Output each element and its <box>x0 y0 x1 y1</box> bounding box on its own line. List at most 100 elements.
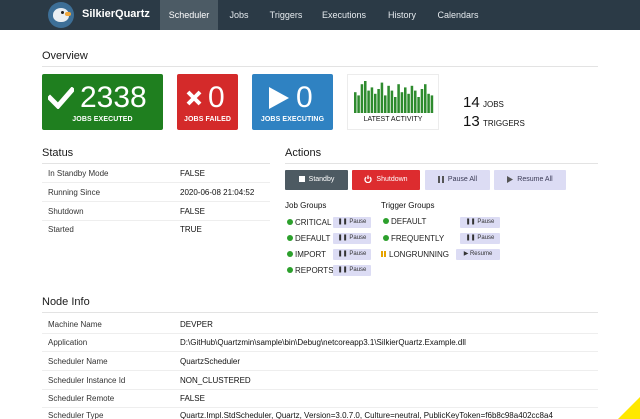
node-info-label: Application <box>48 338 88 347</box>
standby-button[interactable]: Standby <box>285 170 348 190</box>
row-divider <box>42 351 598 352</box>
bird-logo-icon[interactable] <box>48 2 74 28</box>
shutdown-button[interactable]: Shutdown <box>352 170 420 190</box>
jobs-executing-value: 0 <box>296 81 313 114</box>
jobs-failed-tile[interactable]: 0 JOBS FAILED <box>177 74 238 130</box>
activity-bar <box>380 82 384 113</box>
activity-bar <box>354 92 357 113</box>
activity-bar <box>390 90 394 113</box>
node-info-value: DEVPER <box>180 320 213 329</box>
running-status-icon <box>287 219 293 225</box>
activity-bar <box>360 84 364 113</box>
jobs-failed-value: 0 <box>208 81 225 114</box>
pause-all-button[interactable]: Pause All <box>425 170 490 190</box>
pause-all-label: Pause All <box>447 176 478 183</box>
job-group-name: IMPORT <box>295 250 326 259</box>
latest-activity-tile[interactable]: LATEST ACTIVITY <box>347 74 439 130</box>
activity-bar <box>424 84 427 113</box>
pause-label: Pause <box>477 219 495 225</box>
resume-all-button[interactable]: Resume All <box>494 170 566 190</box>
standby-label: Standby <box>308 176 335 183</box>
trigger-group-name: LONGRUNNING <box>389 250 450 259</box>
node-info-label: Scheduler Remote <box>48 394 115 403</box>
pause-icon <box>437 175 444 183</box>
status-label: Started <box>48 225 74 234</box>
activity-bar <box>394 97 397 113</box>
job-group-name: CRITICAL <box>295 218 332 227</box>
trigger-group-pause-button[interactable]: ❚❚ Pause <box>460 217 500 228</box>
checkmark-icon <box>48 87 74 109</box>
jobs-executed-tile[interactable]: 2338 JOBS EXECUTED <box>42 74 163 130</box>
activity-bar <box>427 93 430 113</box>
nav-calendars[interactable]: Calendars <box>432 0 484 30</box>
trigger-group-pause-button[interactable]: ❚❚ Pause <box>460 233 500 244</box>
pause-label: Pause <box>349 251 367 257</box>
jobs-executed-value: 2338 <box>80 81 147 114</box>
play-icon <box>507 175 514 183</box>
pause-label: Pause <box>477 235 495 241</box>
resume-label: Resume <box>469 251 493 257</box>
triggers-count-label: TRIGGERS <box>483 119 525 128</box>
activity-bar <box>384 95 387 113</box>
node-info-label: Scheduler Name <box>48 357 108 366</box>
status-value: 2020-06-08 21:04:52 <box>180 188 255 197</box>
node-info-divider <box>42 312 598 313</box>
trigger-group-item: LONGRUNNING <box>381 250 449 259</box>
running-status-icon <box>287 251 293 257</box>
play-icon <box>269 87 289 109</box>
jobs-failed-label: JOBS FAILED <box>184 116 231 123</box>
node-info-value: QuartzScheduler <box>180 357 241 366</box>
activity-bar <box>400 92 404 113</box>
paused-status-icon <box>381 251 387 257</box>
job-group-pause-button[interactable]: ❚❚ Pause <box>333 265 371 276</box>
node-info-value: Quartz.Impl.StdScheduler, Quartz, Versio… <box>180 411 553 419</box>
node-info-value: NON_CLUSTERED <box>180 376 251 385</box>
nav-executions[interactable]: Executions <box>318 0 370 30</box>
nav-history[interactable]: History <box>382 0 422 30</box>
overview-divider <box>42 66 598 67</box>
nav-jobs[interactable]: Jobs <box>222 0 256 30</box>
node-info-label: Scheduler Type <box>48 411 104 419</box>
trigger-group-item: DEFAULT <box>383 217 426 226</box>
trigger-group-name: DEFAULT <box>391 217 427 226</box>
activity-bar <box>364 81 367 113</box>
nav-triggers[interactable]: Triggers <box>264 0 308 30</box>
activity-bar <box>377 89 380 113</box>
row-divider <box>42 389 598 390</box>
row-divider <box>42 333 598 334</box>
actions-title: Actions <box>285 147 322 159</box>
activity-bar <box>417 97 420 113</box>
job-group-pause-button[interactable]: ❚❚ Pause <box>333 233 371 244</box>
activity-bar <box>420 89 424 113</box>
status-divider <box>42 163 270 164</box>
status-value: TRUE <box>180 225 202 234</box>
node-info-value: FALSE <box>180 394 205 403</box>
status-label: Shutdown <box>48 207 84 216</box>
running-status-icon <box>383 235 389 241</box>
row-divider <box>42 220 270 221</box>
pause-label: Pause <box>349 235 367 241</box>
job-group-pause-button[interactable]: ❚❚ Pause <box>333 217 371 228</box>
job-groups-title: Job Groups <box>285 201 327 210</box>
activity-bar <box>374 93 377 113</box>
job-group-name: DEFAULT <box>295 234 331 243</box>
jobs-count: 14 <box>463 94 480 111</box>
activity-sparkline <box>354 81 434 113</box>
jobs-executing-tile[interactable]: 0 JOBS EXECUTING <box>252 74 333 130</box>
status-value: FALSE <box>180 207 205 216</box>
activity-bar <box>370 87 374 113</box>
jobs-executing-label: JOBS EXECUTING <box>260 116 325 123</box>
trigger-group-resume-button[interactable]: ▶ Resume <box>456 249 500 260</box>
brand-name[interactable]: SilkierQuartz <box>82 8 150 20</box>
node-info-label: Machine Name <box>48 320 102 329</box>
activity-bar <box>407 93 410 113</box>
top-navbar: SilkierQuartz Scheduler Jobs Triggers Ex… <box>0 0 640 30</box>
status-label: In Standby Mode <box>48 169 109 178</box>
nav-scheduler[interactable]: Scheduler <box>160 0 218 30</box>
job-group-pause-button[interactable]: ❚❚ Pause <box>333 249 371 260</box>
trigger-group-name: FREQUENTLY <box>391 234 445 243</box>
activity-bar <box>397 84 400 113</box>
activity-bar <box>367 90 370 113</box>
status-title: Status <box>42 147 74 159</box>
job-group-name: REPORTS <box>295 266 334 275</box>
